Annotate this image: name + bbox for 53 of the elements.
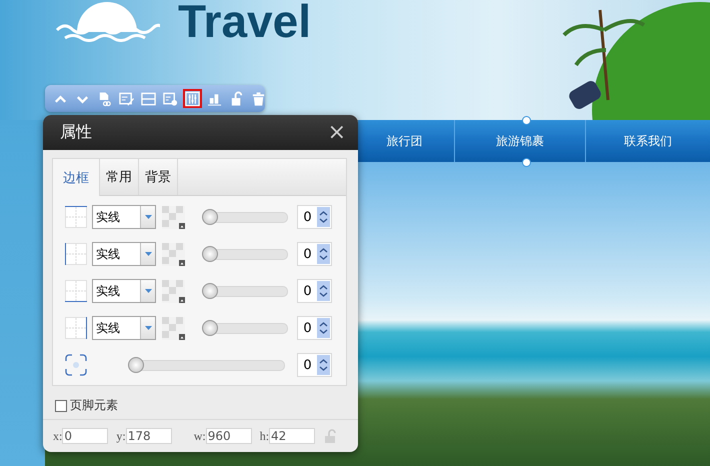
number-spinner[interactable]: 0 (297, 279, 332, 303)
line-style-dropdown[interactable]: 实线 (92, 316, 156, 340)
caret-icon (144, 289, 152, 293)
color-picker[interactable] (162, 206, 185, 228)
number-spinner[interactable]: 0 (297, 205, 332, 229)
panel-title: 属性 (60, 122, 92, 143)
page-settings-icon (163, 90, 178, 106)
slider[interactable] (204, 248, 288, 260)
slider[interactable] (130, 360, 285, 370)
input-field[interactable]: 42 (269, 428, 316, 444)
trash-icon (251, 90, 266, 106)
line-style-dropdown[interactable]: 实线 (92, 242, 156, 266)
color-picker[interactable] (162, 242, 185, 266)
caret-icon (144, 215, 152, 219)
field-label: x: (53, 428, 62, 444)
unlock-icon[interactable] (323, 429, 338, 443)
tab[interactable]: 常用 (100, 159, 139, 195)
field-label: w: (194, 428, 206, 444)
border-side-icon[interactable] (65, 206, 87, 228)
edit-icon (119, 90, 134, 106)
corner-radius-icon[interactable] (65, 354, 87, 376)
tab[interactable]: 背景 (139, 159, 178, 195)
line-style-dropdown[interactable]: 实线 (92, 279, 156, 303)
caret-icon (144, 326, 152, 330)
close-button[interactable]: × (328, 120, 346, 145)
sun-logo-icon (55, 0, 160, 42)
caret-icon (144, 252, 152, 256)
number-spinner[interactable]: 0 (297, 353, 332, 377)
color-picker[interactable] (162, 316, 185, 340)
input-field[interactable]: 178 (126, 428, 172, 444)
border-side-icon[interactable] (65, 243, 87, 265)
field-label: h: (260, 428, 270, 444)
border-side-icon[interactable] (65, 317, 87, 339)
page-link-icon (97, 90, 112, 106)
number-spinner[interactable]: 0 (297, 242, 332, 266)
tab[interactable]: 边框 (53, 159, 100, 196)
rows-icon (141, 90, 156, 106)
line-style-dropdown[interactable]: 实线 (92, 205, 156, 229)
checkbox-label: 页脚元素 (70, 397, 118, 414)
input-field[interactable]: 0 (62, 428, 108, 444)
input-field[interactable]: 960 (206, 428, 252, 444)
color-picker[interactable] (162, 280, 185, 302)
sliders-icon (185, 90, 200, 106)
slider[interactable] (204, 212, 288, 222)
unlock-icon (229, 90, 244, 106)
checkbox[interactable] (55, 400, 67, 412)
border-side-icon[interactable] (65, 280, 87, 302)
number-spinner[interactable]: 0 (297, 316, 332, 340)
sliders-button[interactable] (183, 89, 202, 108)
field-label: y: (116, 428, 126, 444)
slider[interactable] (204, 322, 288, 334)
slider[interactable] (204, 286, 288, 296)
logo-text: Travel (178, 0, 311, 48)
